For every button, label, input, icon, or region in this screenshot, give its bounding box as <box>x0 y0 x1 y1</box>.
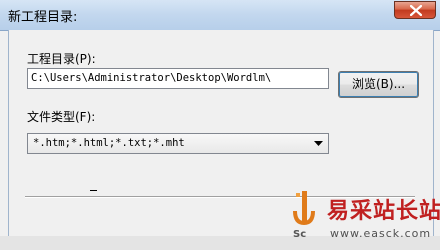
watermark: Sc 易采站长站 www.easck.com <box>287 187 440 250</box>
browse-button[interactable]: 浏览(B)... <box>338 71 419 98</box>
chevron-down-icon <box>314 141 323 146</box>
dialog-window: 新工程目录: 工程目录(P): C:\Users\Administrator\D… <box>0 0 440 250</box>
watermark-site-name: 易采站长站 <box>327 198 440 224</box>
file-type-label: 文件类型(F): <box>27 110 96 124</box>
logo-text: Sc <box>293 229 306 240</box>
close-button[interactable] <box>394 1 436 19</box>
file-type-value: *.htm;*.html;*.txt;*.mht <box>33 137 185 149</box>
status-marker <box>90 190 97 191</box>
project-dir-input[interactable]: C:\Users\Administrator\Desktop\Wordlm\ <box>27 68 329 89</box>
project-dir-label: 工程目录(P): <box>27 52 96 66</box>
close-icon <box>410 5 422 16</box>
watermark-url: www.easck.com <box>330 227 432 240</box>
title-bar[interactable]: 新工程目录: <box>0 0 440 31</box>
window-title: 新工程目录: <box>8 10 78 25</box>
site-logo-icon: Sc <box>293 191 315 240</box>
file-type-select[interactable]: *.htm;*.html;*.txt;*.mht <box>27 133 329 154</box>
